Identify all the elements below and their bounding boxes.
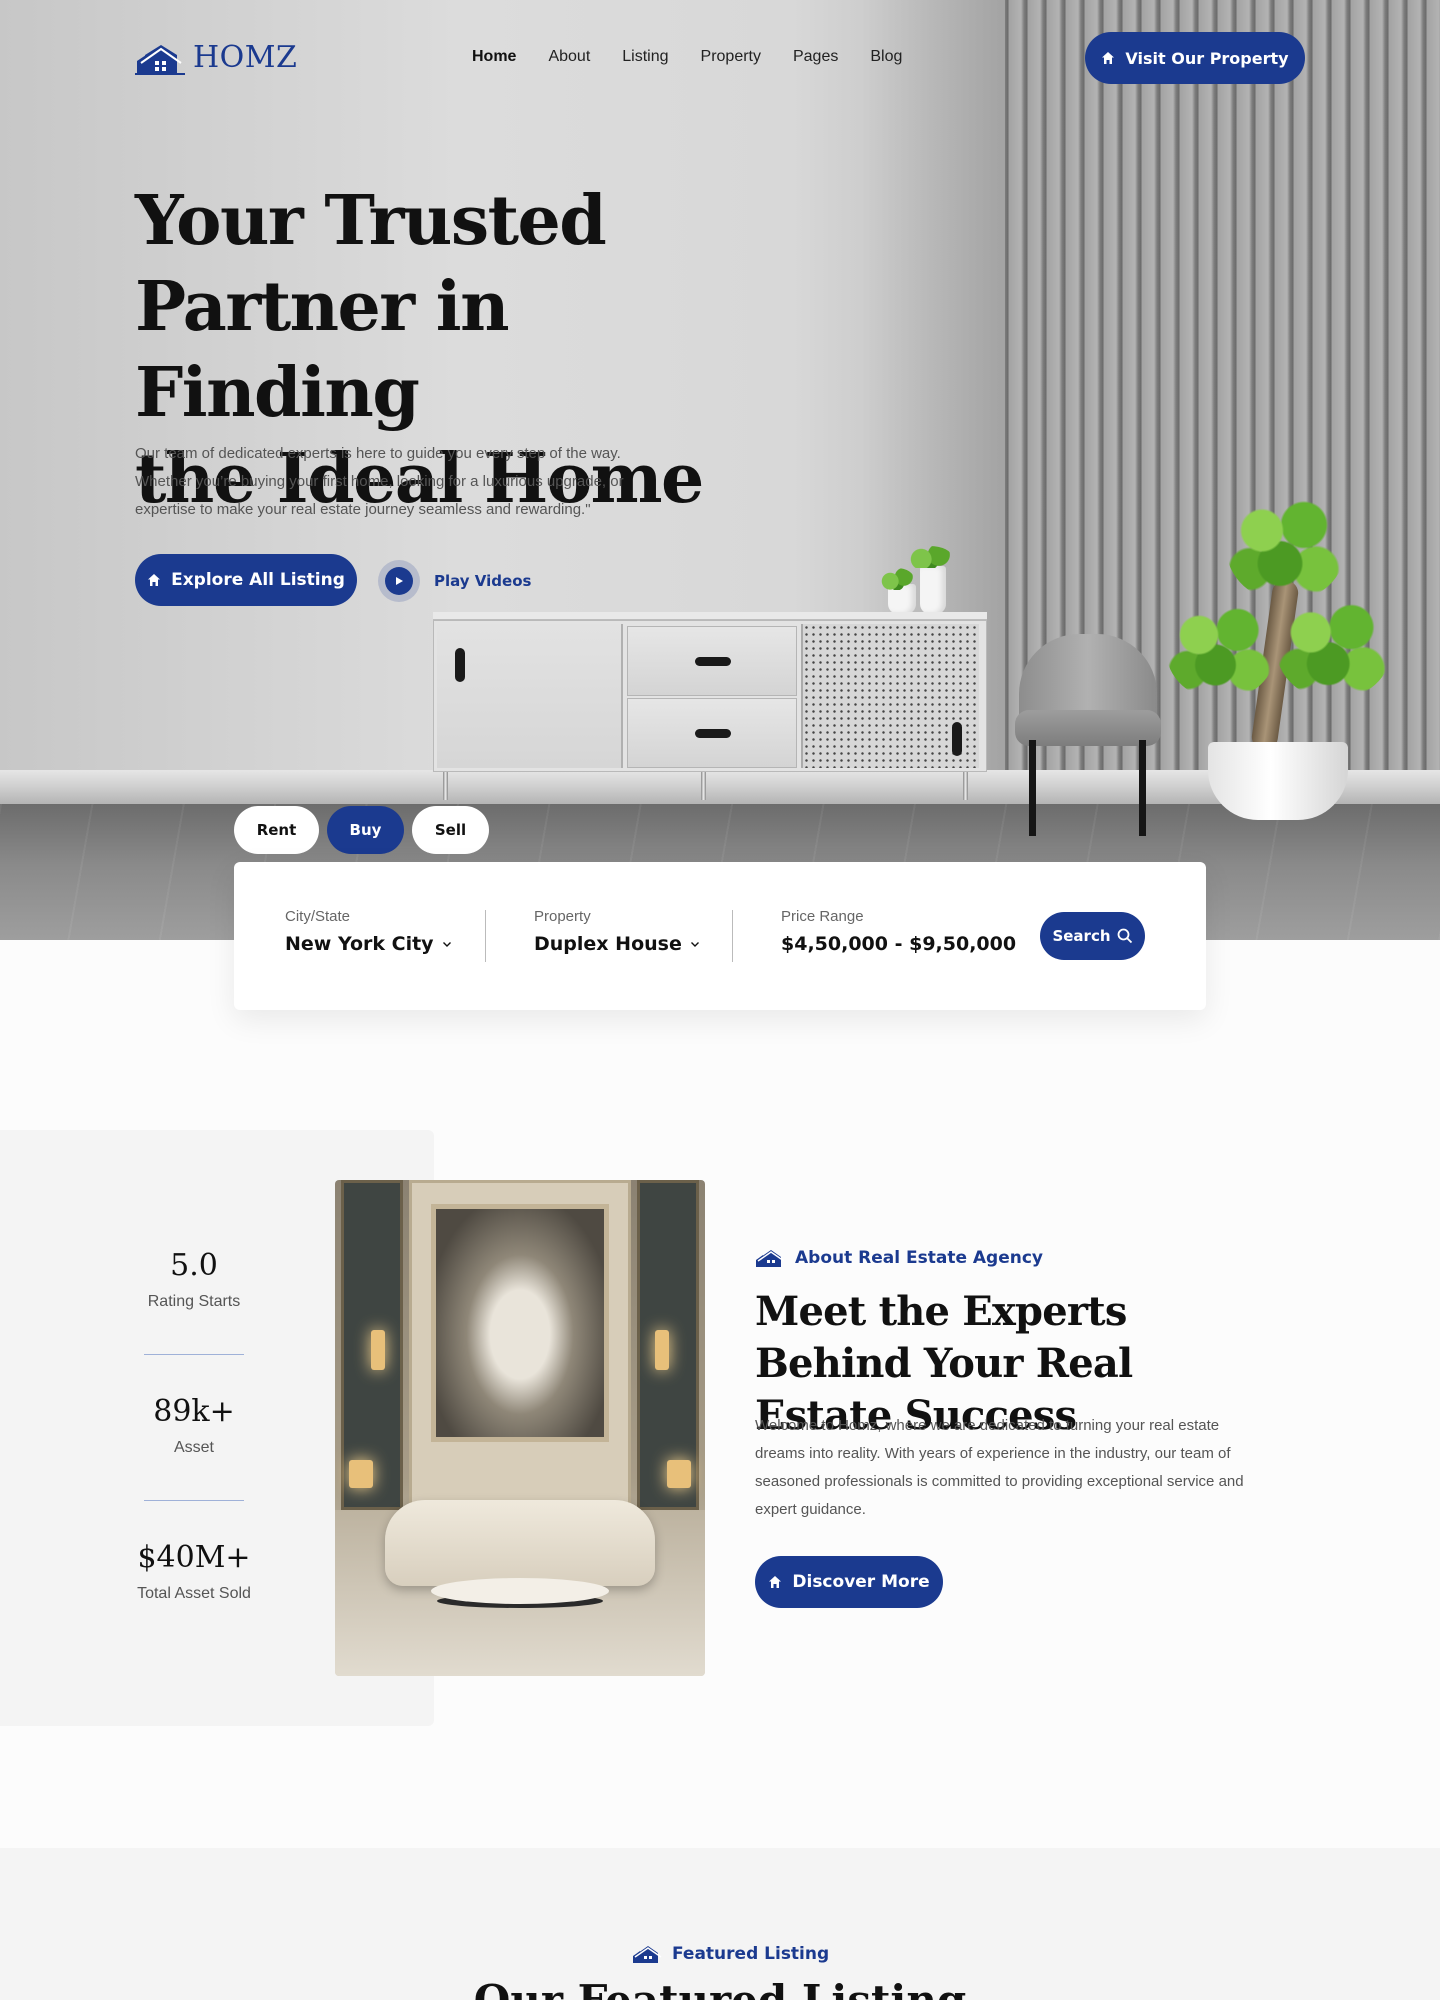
stat-value: $40M+: [137, 1540, 251, 1575]
foliage-left: [1166, 600, 1276, 700]
property-search-card: City/State New York City Property Duplex…: [234, 862, 1206, 1010]
tall-pot: [920, 566, 946, 614]
discover-more-button[interactable]: Discover More: [755, 1556, 943, 1608]
price-range-label: Price Range: [781, 908, 864, 925]
stat-total-sold: $40M+ Total Asset Sold: [96, 1540, 292, 1603]
about-eyebrow: About Real Estate Agency: [755, 1248, 1043, 1268]
nav-item-blog[interactable]: Blog: [870, 48, 902, 66]
stat-divider: [144, 1354, 244, 1355]
top-navigation: HOMZ Home About Listing Property Pages B…: [0, 0, 1440, 118]
search-label: Search: [1052, 927, 1111, 945]
nav-item-home[interactable]: Home: [472, 48, 516, 66]
brand-name: HOMZ: [193, 40, 298, 75]
play-icon: [396, 577, 403, 585]
play-videos-label: Play Videos: [434, 572, 532, 590]
interior-photo: [335, 1180, 705, 1676]
nav-item-listing[interactable]: Listing: [622, 48, 668, 66]
small-plant: [880, 568, 914, 590]
explore-listing-button[interactable]: Explore All Listing: [135, 554, 357, 606]
visit-property-label: Visit Our Property: [1125, 48, 1289, 68]
sideboard: [433, 612, 987, 800]
price-range-value: $4,50,000 - $9,50,000: [781, 933, 1017, 955]
home-icon: [769, 1576, 782, 1588]
nav-item-property[interactable]: Property: [701, 48, 761, 66]
discover-more-label: Discover More: [792, 1572, 930, 1592]
listing-type-tabs: Rent Buy Sell: [234, 806, 489, 854]
explore-listing-label: Explore All Listing: [171, 570, 345, 590]
chevron-down-icon: [442, 942, 451, 947]
house-logo-icon: [633, 1946, 662, 1963]
tab-rent[interactable]: Rent: [234, 806, 319, 854]
about-eyebrow-label: About Real Estate Agency: [795, 1248, 1044, 1268]
home-icon: [148, 574, 161, 586]
property-select[interactable]: Property Duplex House: [534, 908, 700, 955]
field-divider: [732, 910, 733, 962]
price-range-field[interactable]: Price Range $4,50,000 - $9,50,000: [781, 908, 1016, 955]
logo[interactable]: HOMZ: [135, 40, 297, 75]
stat-rating: 5.0 Rating Starts: [96, 1248, 292, 1311]
stat-value: 89k+: [153, 1394, 235, 1429]
search-icon: [1117, 928, 1132, 944]
tall-plant: [908, 546, 952, 568]
stat-divider: [144, 1500, 244, 1501]
house-logo-icon: [135, 44, 185, 75]
city-label: City/State: [285, 908, 351, 925]
visit-property-button[interactable]: Visit Our Property: [1085, 32, 1305, 84]
stat-asset: 89k+ Asset: [96, 1394, 292, 1457]
foliage-top: [1226, 492, 1346, 602]
main-menu: Home About Listing Property Pages Blog: [472, 48, 902, 66]
home-icon: [1102, 52, 1115, 64]
nav-item-pages[interactable]: Pages: [793, 48, 838, 66]
city-value: New York City: [285, 933, 434, 955]
nav-item-about[interactable]: About: [548, 48, 590, 66]
stat-value: 5.0: [170, 1248, 218, 1283]
hero-description: Our team of dedicated experts is here to…: [135, 445, 624, 518]
armchair: [1013, 634, 1163, 836]
search-button[interactable]: Search: [1040, 912, 1145, 960]
tab-buy[interactable]: Buy: [327, 806, 404, 854]
city-select[interactable]: City/State New York City: [285, 908, 452, 955]
play-icon-ring: [378, 560, 420, 602]
featured-eyebrow-label: Featured Listing: [672, 1944, 830, 1964]
play-videos-button[interactable]: Play Videos: [378, 560, 531, 602]
property-label: Property: [534, 908, 591, 925]
foliage-right: [1276, 596, 1392, 700]
stat-caption: Asset: [173, 1439, 214, 1456]
stat-caption: Rating Starts: [147, 1293, 241, 1310]
property-value: Duplex House: [534, 933, 682, 955]
plant-pot: [1208, 742, 1348, 820]
about-text: Welcome to Homz, where we are dedicated …: [755, 1417, 1244, 1518]
tab-sell[interactable]: Sell: [412, 806, 489, 854]
house-logo-icon: [756, 1250, 785, 1267]
featured-title: Our Featured Listing: [0, 1976, 1440, 2000]
hero-title-line-2: Partner in Finding: [135, 267, 510, 433]
hero-title-line-1: Your Trusted: [135, 181, 607, 261]
chevron-down-icon: [690, 942, 699, 947]
field-divider: [485, 910, 486, 962]
stat-caption: Total Asset Sold: [137, 1585, 251, 1602]
featured-eyebrow: Featured Listing: [632, 1944, 829, 1964]
